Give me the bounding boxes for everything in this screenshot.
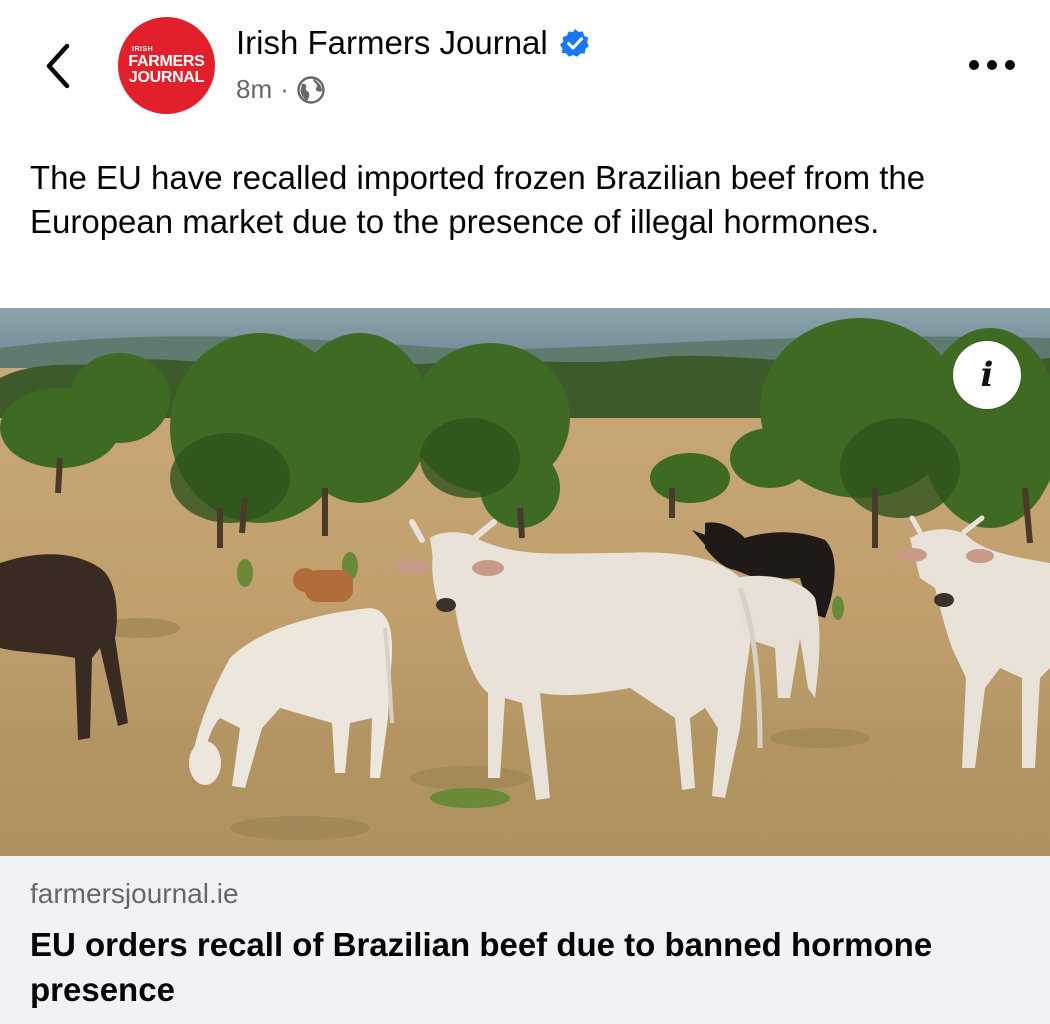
post-meta: 8m · (236, 74, 325, 105)
post-header: IRISH FARMERS JOURNAL Irish Farmers Jour… (0, 0, 1050, 140)
meta-separator: · (280, 74, 289, 104)
avatar-text-farmers: FARMERS (128, 52, 205, 70)
more-options-button[interactable] (966, 50, 1018, 80)
avatar-text-journal: JOURNAL (128, 68, 205, 86)
info-icon: i (980, 355, 994, 395)
chevron-left-icon (46, 43, 70, 89)
avatar-text-irish: IRISH (132, 45, 154, 53)
verified-badge-icon (559, 28, 589, 57)
back-button[interactable] (34, 36, 82, 96)
cattle-pasture-image (0, 308, 1050, 856)
more-horizontal-icon (969, 60, 1015, 70)
post-time[interactable]: 8m (236, 74, 272, 105)
page-name-link[interactable]: Irish Farmers Journal (236, 24, 590, 62)
post-text: The EU have recalled imported frozen Bra… (30, 159, 926, 240)
link-preview-card[interactable]: farmersjournal.ie EU orders recall of Br… (0, 856, 1050, 1024)
post-photo[interactable] (0, 308, 1050, 856)
link-domain: farmersjournal.ie (30, 878, 239, 909)
page-avatar[interactable]: IRISH FARMERS JOURNAL (118, 17, 215, 114)
page-name: Irish Farmers Journal (236, 24, 548, 61)
globe-icon (297, 75, 325, 104)
link-headline: EU orders recall of Brazilian beef due t… (30, 926, 933, 1008)
photo-info-button[interactable]: i (953, 341, 1021, 409)
